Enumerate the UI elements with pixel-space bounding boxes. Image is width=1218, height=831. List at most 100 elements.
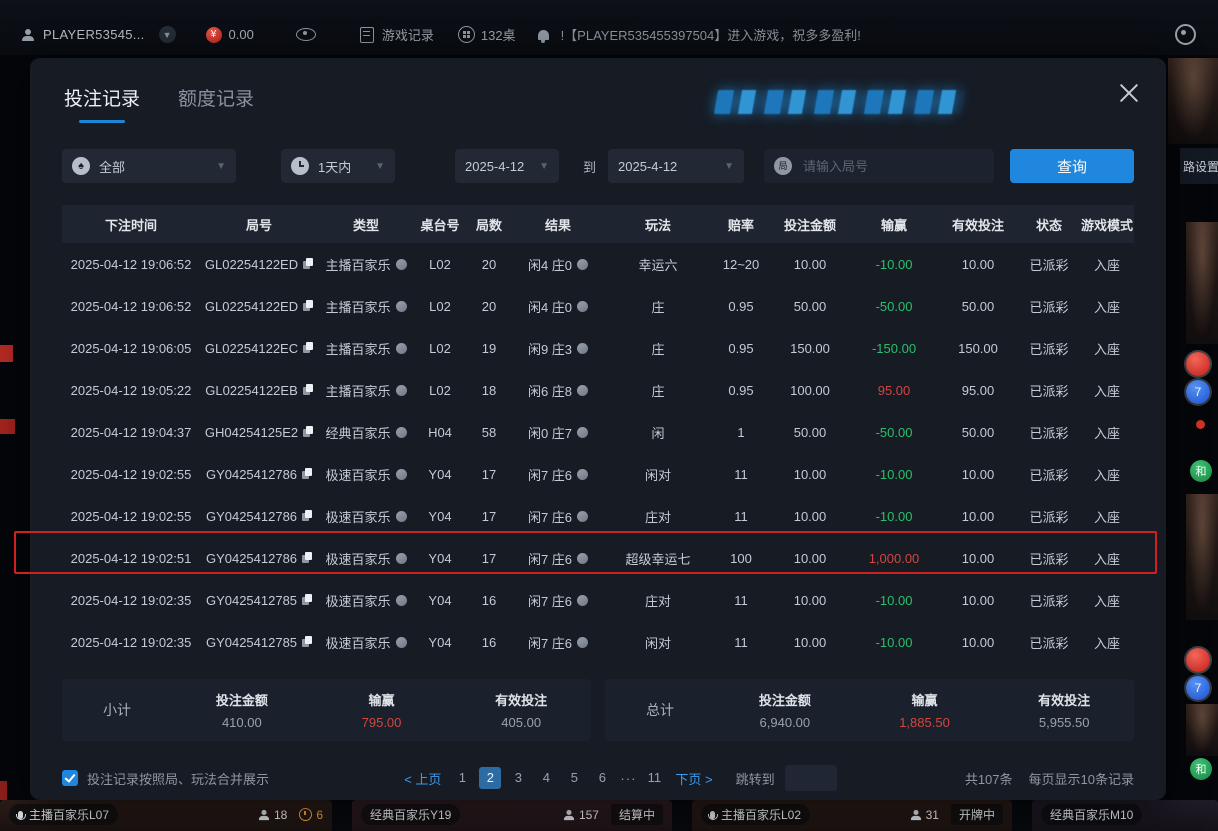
copy-icon[interactable] [303, 258, 313, 270]
table-row: 2025-04-12 19:06:52GL02254122ED主播百家乐L022… [62, 285, 1134, 327]
result-cell: 闲9 庄3 [512, 339, 604, 358]
tab-bet-records[interactable]: 投注记录 [64, 84, 140, 123]
winloss-cell: -10.00 [850, 509, 938, 524]
result-info-icon[interactable] [577, 385, 588, 396]
merge-checkbox[interactable] [62, 770, 78, 786]
page-button-5[interactable]: 5 [563, 767, 585, 789]
copy-icon[interactable] [302, 636, 312, 648]
winloss-cell: 1,000.00 [850, 551, 938, 566]
bet-amount-cell: 10.00 [770, 593, 850, 608]
play-type-cell: 庄对 [604, 591, 712, 610]
query-button[interactable]: 查询 [1010, 149, 1134, 183]
subtotal-winloss: 输赢 795.00 [312, 690, 452, 730]
valid-bet-cell: 50.00 [938, 425, 1018, 440]
video-card[interactable]: 主播百家乐L07186 [0, 800, 332, 831]
game-type-cell: 极速百家乐 [318, 549, 414, 568]
status-cell: 已派彩 [1018, 591, 1080, 610]
result-info-icon[interactable] [577, 637, 588, 648]
time-range-select[interactable]: 1天内 ▼ [281, 149, 395, 183]
result-info-icon[interactable] [577, 553, 588, 564]
bet-records-table: 下注时间局号类型桌台号局数结果玩法赔率投注金额输赢有效投注状态游戏模式 2025… [62, 205, 1134, 663]
result-info-icon[interactable] [577, 427, 588, 438]
tables-icon [458, 26, 475, 43]
page-size: 每页显示10条记录 [1029, 769, 1134, 788]
page-button-11[interactable]: 11 [643, 767, 665, 789]
valid-bet-cell: 50.00 [938, 299, 1018, 314]
date-from-select[interactable]: 2025-4-12 ▼ [455, 149, 559, 183]
result-info-icon[interactable] [577, 259, 588, 270]
clock-icon [291, 157, 309, 175]
type-indicator-icon [396, 553, 407, 564]
odds-cell: 11 [712, 467, 770, 482]
page-button-2[interactable]: 2 [479, 767, 501, 789]
copy-icon[interactable] [303, 300, 313, 312]
table-number-cell: Y04 [414, 467, 466, 482]
table-number-cell: L02 [414, 299, 466, 314]
game-type-value: 全部 [99, 157, 125, 176]
result-info-icon[interactable] [577, 511, 588, 522]
video-card[interactable]: 经典百家乐Y19157结算中 [352, 800, 672, 831]
round-count-cell: 19 [466, 341, 512, 356]
video-card[interactable]: 经典百家乐M10 [1032, 800, 1218, 831]
chevron-down-icon: ▼ [375, 161, 385, 172]
bet-amount-cell: 10.00 [770, 467, 850, 482]
video-card[interactable]: 主播百家乐L0231开牌中 [692, 800, 1012, 831]
winloss-cell: -50.00 [850, 299, 938, 314]
close-icon[interactable] [1118, 82, 1140, 104]
copy-icon[interactable] [302, 510, 312, 522]
game-record-button[interactable]: 游戏记录 [382, 25, 434, 44]
chevron-down-icon[interactable]: ▼ [159, 26, 176, 43]
status-cell: 已派彩 [1018, 507, 1080, 526]
next-page-button[interactable]: 下页 > [675, 769, 712, 788]
jump-page-input[interactable] [785, 765, 837, 791]
copy-icon[interactable] [302, 594, 312, 606]
road-settings-label[interactable]: 路设置 [1180, 148, 1218, 184]
result-info-icon[interactable] [577, 301, 588, 312]
video-thumbnail [1186, 704, 1218, 756]
subtotal-amount: 投注金额 410.00 [172, 690, 312, 730]
tab-active-underline [79, 120, 125, 123]
table-number-cell: L02 [414, 383, 466, 398]
merge-option: 投注记录按照局、玩法合并展示 [62, 769, 269, 788]
type-indicator-icon [396, 259, 407, 270]
page-button-1[interactable]: 1 [451, 767, 473, 789]
page-button-4[interactable]: 4 [535, 767, 557, 789]
valid-bet-cell: 10.00 [938, 467, 1018, 482]
service-icon[interactable] [1175, 24, 1196, 45]
neon-logo-decoration [714, 90, 966, 114]
winloss-cell: -50.00 [850, 425, 938, 440]
copy-icon[interactable] [302, 468, 312, 480]
result-cell: 闲6 庄8 [512, 381, 604, 400]
table-number-cell: Y04 [414, 593, 466, 608]
game-mode-cell: 入座 [1080, 633, 1134, 652]
eye-icon[interactable] [296, 28, 316, 41]
round-search-input[interactable] [801, 158, 975, 175]
table-row: 2025-04-12 19:02:55GY0425412786极速百家乐Y041… [62, 453, 1134, 495]
result-cell: 闲0 庄7 [512, 423, 604, 442]
bet-amount-cell: 100.00 [770, 383, 850, 398]
table-count-button[interactable]: 132桌 [481, 25, 516, 44]
date-to-select[interactable]: 2025-4-12 ▼ [608, 149, 744, 183]
odds-cell: 11 [712, 635, 770, 650]
copy-icon[interactable] [302, 552, 312, 564]
result-info-icon[interactable] [577, 595, 588, 606]
copy-icon[interactable] [303, 384, 313, 396]
chevron-down-icon: ▼ [724, 161, 734, 172]
status-cell: 已派彩 [1018, 339, 1080, 358]
prev-page-button[interactable]: < 上页 [404, 769, 441, 788]
copy-icon[interactable] [303, 342, 313, 354]
person-icon [911, 809, 921, 819]
copy-icon[interactable] [303, 426, 313, 438]
result-info-icon[interactable] [577, 469, 588, 480]
play-type-cell: 幸运六 [604, 255, 712, 274]
tab-credit-records[interactable]: 额度记录 [178, 84, 254, 123]
round-count-cell: 20 [466, 257, 512, 272]
background-fragment [0, 345, 13, 362]
game-type-select[interactable]: ♠ 全部 ▼ [62, 149, 236, 183]
game-mode-cell: 入座 [1080, 297, 1134, 316]
result-info-icon[interactable] [577, 343, 588, 354]
round-number-cell: GL02254122ED [200, 299, 318, 314]
page-button-3[interactable]: 3 [507, 767, 529, 789]
page-button-6[interactable]: 6 [591, 767, 613, 789]
chevron-down-icon: ▼ [539, 161, 549, 172]
